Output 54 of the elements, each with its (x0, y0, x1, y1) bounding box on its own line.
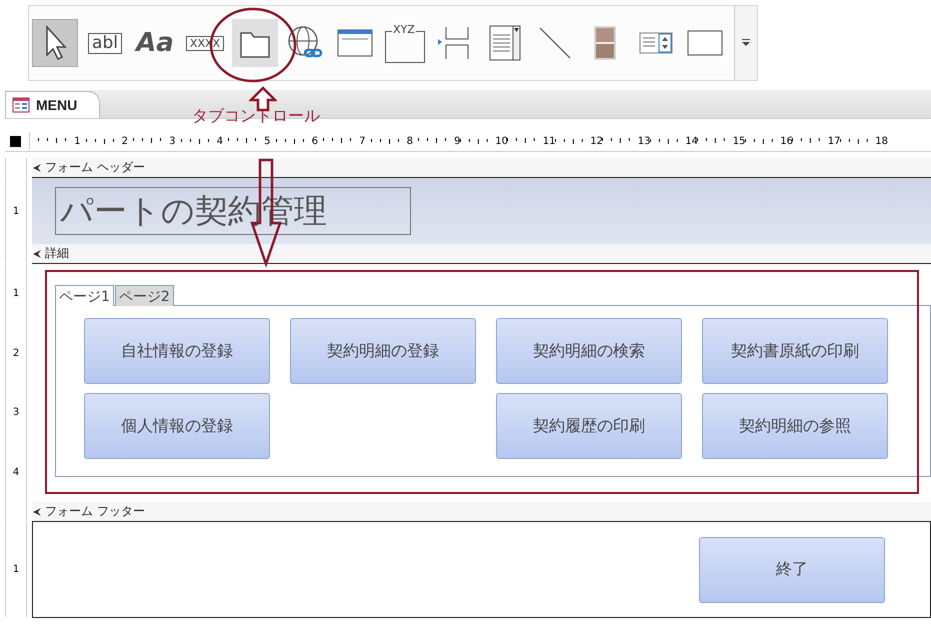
tool-button[interactable]: XYZ (382, 19, 428, 67)
ruler-number: 13 (638, 136, 650, 146)
form-icon (12, 97, 30, 113)
exit-button[interactable]: 終了 (699, 536, 885, 602)
tool-button[interactable]: Aa (132, 19, 178, 67)
ruler-number: 12 (590, 136, 603, 146)
section-title: フォーム ヘッダー (45, 159, 145, 176)
ruler-number: 16 (780, 136, 793, 146)
menu-button[interactable]: 契約明細の登録 (290, 318, 476, 384)
ruler-number: 1 (12, 564, 20, 575)
ruler-number: 4 (216, 136, 223, 146)
ruler-number: 3 (12, 407, 20, 418)
tool-button[interactable] (232, 19, 278, 67)
ruler-number: 2 (122, 136, 128, 146)
document-title: MENU (36, 97, 78, 113)
ruler-number: 1 (74, 136, 80, 146)
ruler-number: 17 (828, 136, 840, 146)
ruler-number: 1 (12, 288, 20, 300)
menu-button[interactable]: 契約明細の参照 (702, 393, 888, 459)
ruler-number: 1 (12, 206, 20, 216)
ruler-number: 10 (495, 136, 508, 146)
section-arrow-icon (32, 506, 42, 516)
section-title: 詳細 (45, 245, 69, 262)
section-title: フォーム フッター (45, 503, 145, 520)
menu-button[interactable]: 自社情報の登録 (84, 318, 270, 384)
section-arrow-icon (32, 162, 42, 172)
ruler-number: 5 (264, 136, 270, 146)
dropdown-icon (741, 38, 751, 48)
menu-button[interactable]: 契約明細の検索 (496, 318, 682, 384)
ruler-number: 7 (359, 136, 366, 146)
ruler-number: 4 (12, 466, 20, 478)
page-tab[interactable]: ページ2 (114, 285, 174, 306)
frame-icon-text: XYZ (392, 23, 416, 36)
menu-button[interactable]: 契約履歴の印刷 (496, 393, 682, 459)
ruler-number: 3 (169, 136, 176, 146)
ruler-number: 8 (406, 136, 413, 146)
tool-button[interactable]: abl (82, 19, 128, 67)
ruler-number: 6 (312, 136, 318, 146)
label-icon-text: Aa (136, 28, 174, 58)
ruler-number: 14 (685, 136, 698, 146)
menu-button[interactable]: 個人情報の登録 (84, 393, 270, 459)
document-tab[interactable]: MENU (5, 91, 100, 118)
ruler-number: 15 (732, 136, 746, 146)
ruler-number: 2 (12, 348, 20, 359)
section-arrow-icon (32, 248, 42, 258)
menu-button[interactable]: 契約書原紙の印刷 (702, 318, 888, 384)
ruler-number: 11 (542, 136, 556, 146)
tool-button[interactable] (32, 19, 78, 67)
page-tab[interactable]: ページ1 (55, 285, 114, 306)
ruler-number: 18 (875, 136, 888, 146)
annotation-label: タブコントロール (192, 107, 320, 125)
ruler-corner-icon[interactable] (10, 136, 21, 146)
textbox-label: abl (88, 32, 122, 54)
ruler-number: 9 (454, 136, 460, 146)
